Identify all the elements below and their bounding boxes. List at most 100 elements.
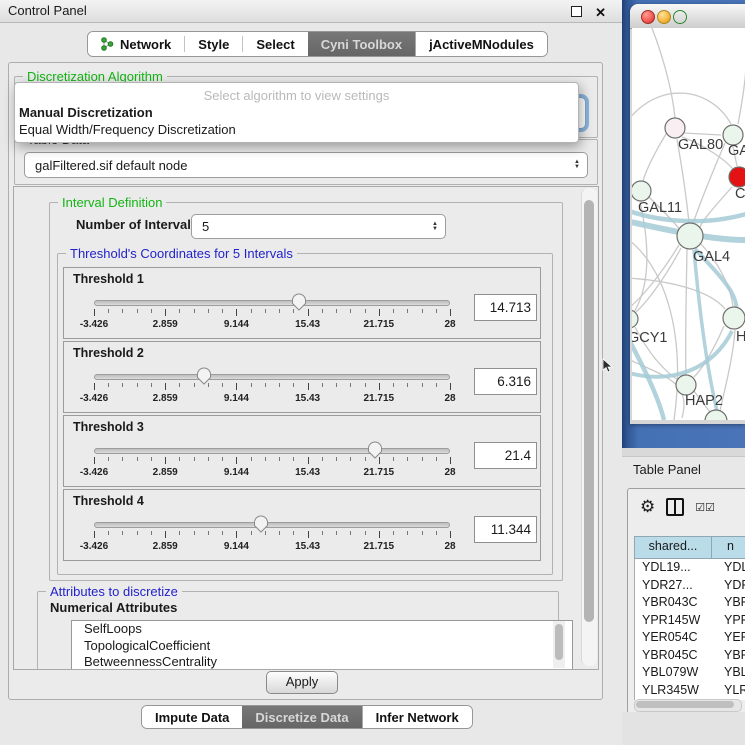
threshold-1-value-field[interactable]: 14.713 <box>474 294 537 321</box>
column-layout-icon[interactable] <box>666 498 684 516</box>
numerical-attributes-list[interactable]: SelfLoopsTopologicalCoefficientBetweenne… <box>71 620 573 670</box>
threshold-2-value-field[interactable]: 6.316 <box>474 368 537 395</box>
network-window-frame[interactable]: GAL80 GA C GAL11 GAL4 GCY1 H HAP2 <box>622 0 745 448</box>
table-cell[interactable]: YDL1 <box>718 559 745 577</box>
attributes-scrollbar-thumb[interactable] <box>555 624 563 660</box>
table-row[interactable]: YER054CYER0 <box>635 629 745 647</box>
slider-track[interactable] <box>94 300 450 306</box>
tab-impute-data[interactable]: Impute Data <box>142 706 242 728</box>
algorithm-dropdown-popup: Select algorithm to view settings Manual… <box>14 82 579 143</box>
minor-tick <box>322 457 323 461</box>
dropdown-option-equal-width[interactable]: Equal Width/Frequency Discretization <box>19 122 236 137</box>
table-row[interactable]: YBR043CYBR0 <box>635 594 745 612</box>
column-header-shared-name[interactable]: shared... <box>635 537 712 558</box>
table-cell[interactable]: YER0 <box>718 629 745 647</box>
tab-select[interactable]: Select <box>243 32 307 56</box>
attribute-list-item[interactable]: SelfLoops <box>72 621 572 638</box>
table-cell[interactable]: YDR27... <box>635 577 718 595</box>
minor-tick <box>393 309 394 313</box>
table-cell[interactable]: YDL19... <box>635 559 718 577</box>
minor-tick <box>436 309 437 313</box>
network-window-titlebar[interactable] <box>630 4 745 29</box>
network-canvas[interactable]: GAL80 GA C GAL11 GAL4 GCY1 H HAP2 <box>632 28 745 420</box>
main-scrollbar-thumb[interactable] <box>584 200 594 622</box>
node-gcy1[interactable] <box>632 310 638 328</box>
threshold-4-value-field[interactable]: 11.344 <box>474 516 537 543</box>
major-tick <box>308 457 309 464</box>
minor-tick <box>336 457 337 461</box>
threshold-3-value-field[interactable]: 21.4 <box>474 442 537 469</box>
table-horizontal-scrollbar[interactable] <box>634 699 742 712</box>
close-icon[interactable]: ✕ <box>595 2 606 24</box>
table-row[interactable]: YBL079WYBL0 <box>635 664 745 682</box>
slider-track[interactable] <box>94 374 450 380</box>
threshold-2-slider[interactable]: -3.4262.8599.14415.4321.71528 <box>94 366 450 410</box>
minimize-traffic-light[interactable] <box>657 10 671 24</box>
checkbox-icons[interactable]: ☑☑ <box>695 501 715 514</box>
float-window-icon[interactable] <box>571 6 582 17</box>
slider-scale-label: 9.144 <box>224 393 249 404</box>
minor-tick <box>350 309 351 313</box>
table-cell[interactable]: YPR1 <box>718 612 745 630</box>
network-window[interactable]: GAL80 GA C GAL11 GAL4 GCY1 H HAP2 <box>630 4 745 424</box>
slider-thumb-threshold-1[interactable] <box>291 292 307 311</box>
slider-track[interactable] <box>94 522 450 528</box>
node-hap2[interactable] <box>676 375 696 395</box>
table-row[interactable]: YBR045CYBR0 <box>635 647 745 665</box>
combo-stepper-icon[interactable]: ▲▼ <box>574 160 580 170</box>
table-cell[interactable]: YER054C <box>635 629 718 647</box>
node-gal4[interactable] <box>677 223 703 249</box>
apply-button[interactable]: Apply <box>266 671 338 694</box>
node-gal3[interactable] <box>723 125 743 145</box>
node-red-selected[interactable] <box>729 167 745 187</box>
threshold-1-slider[interactable]: -3.4262.8599.14415.4321.71528 <box>94 292 450 336</box>
threshold-3-slider[interactable]: -3.4262.8599.14415.4321.71528 <box>94 440 450 484</box>
slider-thumb-threshold-2[interactable] <box>196 366 212 385</box>
slider-thumb-threshold-3[interactable] <box>367 440 383 459</box>
threshold-4-slider[interactable]: -3.4262.8599.14415.4321.71528 <box>94 514 450 558</box>
node-gal80[interactable] <box>665 118 685 138</box>
tab-infer-network[interactable]: Infer Network <box>362 706 472 728</box>
attribute-list-item[interactable]: TopologicalCoefficient <box>72 638 572 655</box>
table-cell[interactable]: YBR0 <box>718 647 745 665</box>
table-data-combobox[interactable]: galFiltered.sif default node ▲▼ <box>24 152 588 178</box>
table-row[interactable]: YPR145WYPR1 <box>635 612 745 630</box>
table-cell[interactable]: YPR145W <box>635 612 718 630</box>
slider-thumb-threshold-4[interactable] <box>253 514 269 533</box>
tab-network[interactable]: Network <box>88 32 184 56</box>
table-row[interactable]: YDR27...YDR2 <box>635 577 745 595</box>
tab-cyni-toolbox[interactable]: Cyni Toolbox <box>308 32 415 56</box>
hscrollbar-thumb[interactable] <box>636 701 734 708</box>
attribute-list-item[interactable]: BetweennessCentrality <box>72 654 572 670</box>
close-traffic-light[interactable] <box>641 10 655 24</box>
table-cell[interactable]: YDR2 <box>718 577 745 595</box>
tab-jactivemnodules[interactable]: jActiveMNodules <box>415 32 547 56</box>
tab-network-label: Network <box>120 37 171 52</box>
table-row[interactable]: YLR345WYLR3 <box>635 682 745 700</box>
table-cell[interactable]: YLR345W <box>635 682 718 700</box>
slider-track[interactable] <box>94 448 450 454</box>
table-cell[interactable]: YBL079W <box>635 664 718 682</box>
column-header-name[interactable]: n <box>712 537 745 558</box>
major-tick <box>94 531 95 538</box>
table-cell[interactable]: YLR3 <box>718 682 745 700</box>
node-bottom[interactable] <box>705 410 727 420</box>
main-scrollbar[interactable] <box>581 188 597 666</box>
table-cell[interactable]: YBR045C <box>635 647 718 665</box>
gear-icon[interactable]: ⚙ <box>640 497 655 517</box>
tab-discretize-data[interactable]: Discretize Data <box>242 706 361 728</box>
dropdown-option-manual[interactable]: Manual Discretization <box>19 105 153 120</box>
attributes-list-scrollbar[interactable] <box>553 621 565 668</box>
minor-tick <box>137 531 138 535</box>
node-h[interactable] <box>723 307 745 329</box>
slider-scale-label: 28 <box>444 319 455 330</box>
combo-stepper-icon[interactable]: ▲▼ <box>432 222 438 232</box>
table-cell[interactable]: YBR0 <box>718 594 745 612</box>
node-gal11[interactable] <box>632 181 651 201</box>
number-of-intervals-combobox[interactable]: 5 ▲▼ <box>191 214 446 239</box>
tab-style[interactable]: Style <box>185 32 242 56</box>
table-row[interactable]: YDL19...YDL1 <box>635 559 745 577</box>
zoom-traffic-light[interactable] <box>673 10 687 24</box>
table-cell[interactable]: YBR043C <box>635 594 718 612</box>
table-cell[interactable]: YBL0 <box>718 664 745 682</box>
